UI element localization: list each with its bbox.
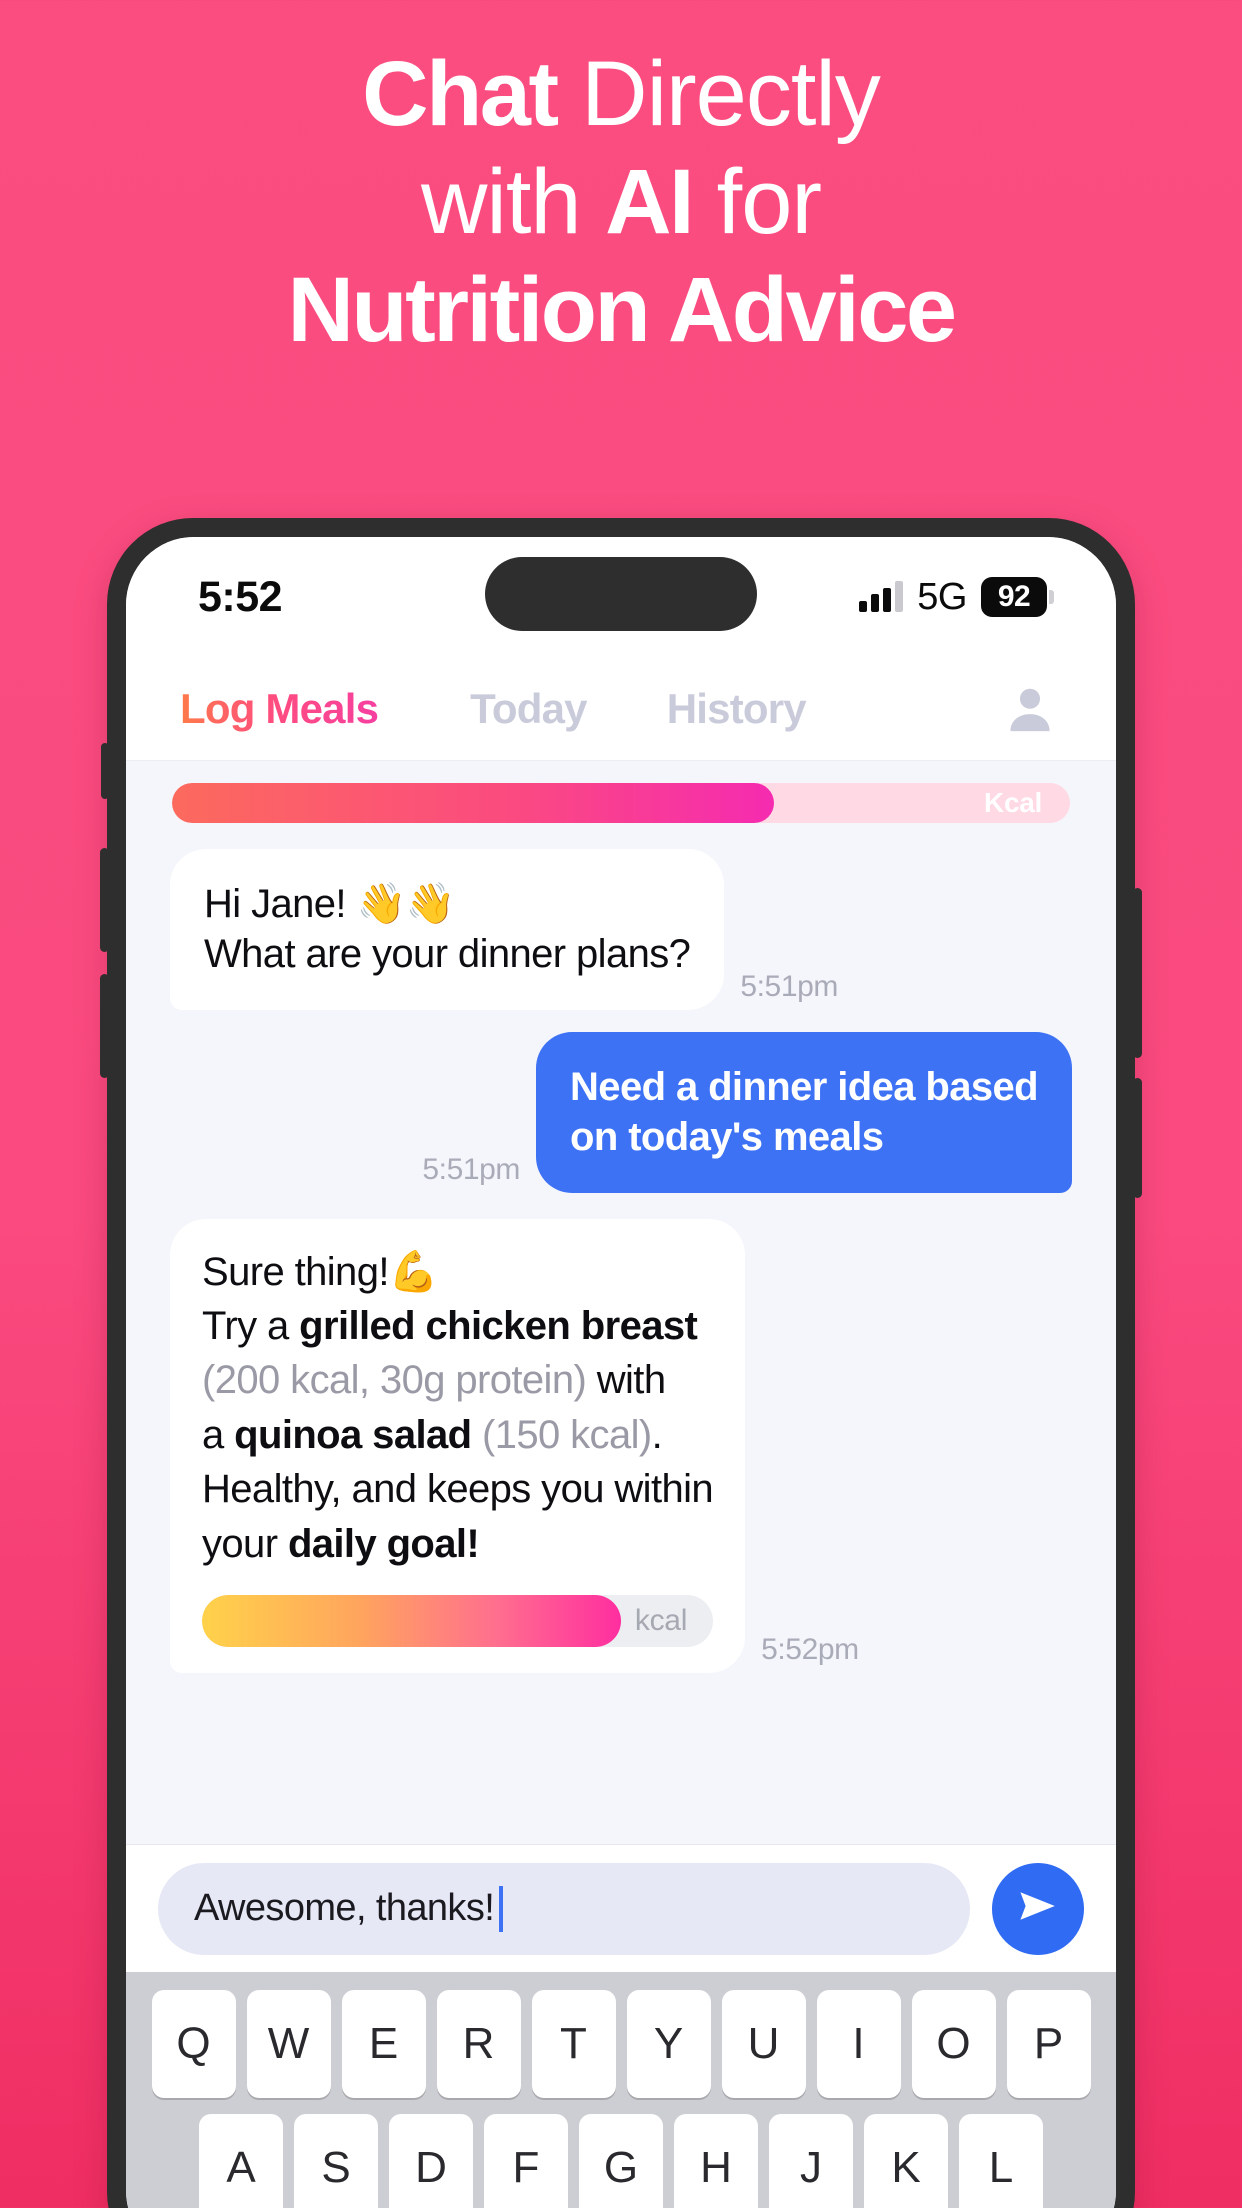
- key-u[interactable]: U: [721, 1990, 806, 2098]
- keyboard-row-1: QWERTYUIOP: [136, 1990, 1106, 2098]
- key-g[interactable]: G: [579, 2114, 663, 2208]
- keyboard-row-2: ASDFGHJKL: [136, 2114, 1106, 2208]
- network-type-label: 5G: [917, 575, 967, 618]
- message-row-ai-1: Hi Jane! 👋👋 What are your dinner plans? …: [126, 849, 1116, 1010]
- key-f[interactable]: F: [484, 2114, 568, 2208]
- key-p[interactable]: P: [1006, 1990, 1091, 2098]
- app-tab-bar: Log Meals Today History: [126, 657, 1116, 761]
- battery-percent-label: 92: [997, 580, 1031, 613]
- key-e[interactable]: E: [341, 1990, 426, 2098]
- headline-line-1: Chat Directly: [0, 47, 1242, 142]
- suggestion-line-2-plain: with: [586, 1358, 666, 1403]
- bubble-kcal-progress-fill: [202, 1594, 622, 1647]
- mute-switch-button[interactable]: [101, 743, 109, 799]
- suggestion-line-5-pre: your: [202, 1521, 288, 1566]
- kcal-progress-label: Kcal: [984, 787, 1042, 818]
- key-l[interactable]: L: [959, 2114, 1043, 2208]
- power-button-lower[interactable]: [1133, 1078, 1142, 1198]
- suggestion-daily-goal: daily goal!: [287, 1521, 480, 1566]
- cellular-signal-icon: [859, 581, 904, 612]
- volume-down-button[interactable]: [100, 974, 109, 1078]
- key-i[interactable]: I: [816, 1990, 901, 2098]
- chat-bubble-ai-suggestion[interactable]: Sure thing!💪 Try a grilled chicken breas…: [170, 1218, 746, 1673]
- suggestion-line-1-plain: Try a: [202, 1303, 300, 1348]
- suggestion-nutrition-2: (150 kcal): [471, 1412, 652, 1457]
- suggestion-food-1: grilled chicken breast: [299, 1303, 698, 1348]
- message-timestamp: 5:51pm: [422, 1152, 521, 1186]
- key-w[interactable]: W: [246, 1990, 331, 2098]
- message-timestamp: 5:51pm: [740, 969, 838, 1003]
- tab-today[interactable]: Today: [470, 685, 587, 733]
- status-bar-indicators: 5G 92: [859, 576, 1054, 619]
- battery-icon: 92: [981, 577, 1054, 617]
- suggestion-line-3-pre: a: [202, 1412, 235, 1457]
- bubble-line-1: Need a dinner idea based: [570, 1064, 1039, 1109]
- battery-cap: [1049, 590, 1054, 604]
- key-j[interactable]: J: [769, 2114, 853, 2208]
- key-q[interactable]: Q: [151, 1990, 236, 2098]
- key-t[interactable]: T: [531, 1990, 616, 2098]
- key-o[interactable]: O: [911, 1990, 996, 2098]
- suggestion-line-1: Try a grilled chicken breast: [202, 1301, 713, 1351]
- key-d[interactable]: D: [389, 2114, 473, 2208]
- headline-word-chat: Chat: [362, 43, 559, 145]
- bubble-kcal-progress-label: kcal: [634, 1604, 688, 1638]
- headline-word-ai: AI: [605, 150, 695, 253]
- bubble-kcal-progress-track: kcal: [202, 1594, 714, 1647]
- message-timestamp: 5:52pm: [761, 1632, 859, 1666]
- chat-scroll-area[interactable]: Kcal Hi Jane! 👋👋 What are your dinner pl…: [126, 761, 1116, 1844]
- suggestion-line-5: your daily goal!: [202, 1519, 713, 1569]
- headline-line-3: Nutrition Advice: [287, 258, 957, 361]
- key-a[interactable]: A: [199, 2114, 283, 2208]
- message-row-ai-2: Sure thing!💪 Try a grilled chicken breas…: [126, 1218, 1116, 1673]
- key-y[interactable]: Y: [626, 1990, 711, 2098]
- suggestion-line-3: a quinoa salad (150 kcal).: [202, 1410, 713, 1460]
- onscreen-keyboard[interactable]: QWERTYUIOP ASDFGHJKL: [126, 1972, 1116, 2208]
- suggestion-line-3-post: .: [651, 1412, 663, 1457]
- message-input-bar: Awesome, thanks!: [126, 1844, 1116, 1972]
- bubble-line-2: What are your dinner plans?: [204, 932, 691, 977]
- chat-bubble-ai-greeting[interactable]: Hi Jane! 👋👋 What are your dinner plans?: [170, 849, 725, 1010]
- key-k[interactable]: K: [864, 2114, 948, 2208]
- headline-line-2-post: for: [692, 150, 822, 253]
- tab-history[interactable]: History: [667, 685, 807, 733]
- bubble-line-2: on today's meals: [570, 1115, 884, 1160]
- person-avatar-icon[interactable]: [1002, 681, 1058, 737]
- send-paper-plane-icon: [1014, 1882, 1062, 1935]
- key-h[interactable]: H: [674, 2114, 758, 2208]
- suggestion-line-2: (200 kcal, 30g protein) with: [202, 1355, 713, 1405]
- tab-log-meals[interactable]: Log Meals: [180, 685, 379, 733]
- message-input-field[interactable]: Awesome, thanks!: [158, 1862, 970, 1955]
- suggestion-line-4: Healthy, and keeps you within: [202, 1467, 714, 1512]
- status-bar: 5:52 5G 92: [126, 537, 1116, 657]
- text-cursor: [499, 1885, 504, 1932]
- phone-screen: 5:52 5G 92 Log Meals Today History Kcal …: [126, 537, 1116, 2208]
- power-button[interactable]: [1133, 888, 1142, 1058]
- promo-headline: Chat Directly with AI for Nutrition Advi…: [0, 42, 1242, 357]
- message-row-user: 5:51pm Need a dinner idea based on today…: [126, 1031, 1116, 1193]
- suggestion-food-2: quinoa salad: [234, 1412, 472, 1457]
- key-s[interactable]: S: [294, 2114, 378, 2208]
- volume-up-button[interactable]: [100, 848, 109, 952]
- headline-line-2: with AI for: [0, 155, 1242, 250]
- send-button[interactable]: [992, 1862, 1084, 1955]
- kcal-progress-fill: [172, 783, 774, 823]
- status-bar-time: 5:52: [198, 572, 283, 621]
- suggestion-greeting: Sure thing!💪: [202, 1249, 439, 1294]
- chat-bubble-user[interactable]: Need a dinner idea based on today's meal…: [536, 1031, 1072, 1193]
- dynamic-island: [485, 557, 757, 631]
- daily-kcal-progress: Kcal: [126, 783, 1116, 823]
- phone-mockup: 5:52 5G 92 Log Meals Today History Kcal …: [100, 518, 1142, 2208]
- bubble-line-1: Hi Jane! 👋👋: [204, 882, 455, 926]
- message-input-value: Awesome, thanks!: [194, 1887, 495, 1929]
- headline-line-2-pre: with: [420, 150, 606, 253]
- suggestion-nutrition-1: (200 kcal, 30g protein): [202, 1358, 587, 1403]
- kcal-progress-track: Kcal: [172, 783, 1070, 823]
- key-r[interactable]: R: [436, 1990, 521, 2098]
- headline-line-1-rest: Directly: [556, 43, 881, 145]
